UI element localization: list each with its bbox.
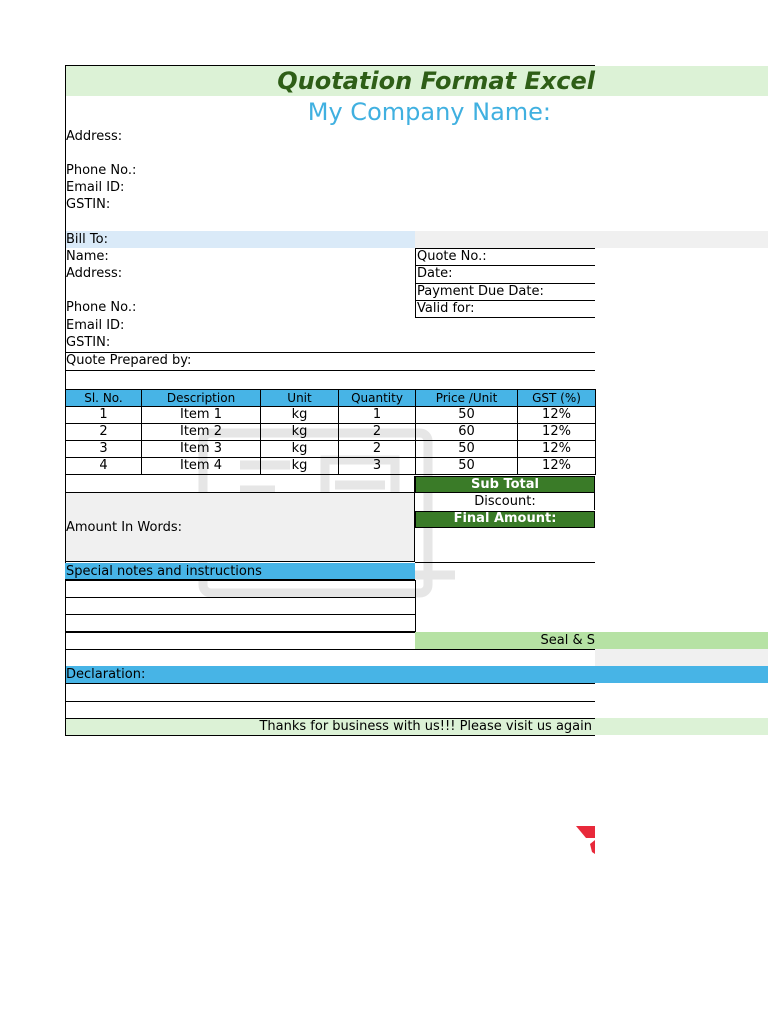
special-notes-line (65, 614, 416, 632)
declaration-label: Declaration: (66, 667, 146, 682)
declaration-band (66, 666, 768, 683)
final-amount-label: Final Amount: (453, 511, 557, 526)
column-header-gst: GST (%) (517, 389, 596, 407)
cell-sl-no: 2 (65, 423, 142, 441)
column-header-price-per-unit: Price /Unit (415, 389, 518, 407)
cell-unit: kg (260, 457, 339, 475)
footer-thanks-text: Thanks for business with us!!! Please vi… (259, 719, 592, 734)
cell-quantity: 3 (338, 457, 416, 475)
special-notes-line (65, 632, 416, 650)
seal-bottom-border (65, 649, 595, 650)
cell-gst: 12% (517, 440, 596, 458)
special-notes-label: Special notes and instructions (66, 564, 262, 579)
cell-description: Item 1 (141, 406, 261, 424)
special-notes-line (65, 597, 416, 615)
bill-to-phone-label: Phone No.: (66, 300, 137, 315)
amount-in-words-label: Amount In Words: (66, 520, 182, 535)
company-phone-label: Phone No.: (66, 163, 137, 178)
table-row: 2 Item 2 kg 2 60 12% (65, 423, 596, 441)
cell-price: 50 (415, 457, 518, 475)
column-header-quantity: Quantity (338, 389, 416, 407)
column-header-unit: Unit (260, 389, 339, 407)
seal-band-extension (595, 649, 768, 666)
cell-quantity: 1 (338, 406, 416, 424)
cell-description: Item 2 (141, 423, 261, 441)
cell-quantity: 2 (338, 423, 416, 441)
page-title: Quotation Format Excel (277, 67, 595, 95)
cell-price: 60 (415, 423, 518, 441)
declaration-line (65, 701, 595, 702)
sub-total-label: Sub Total (471, 477, 539, 492)
table-row: 1 Item 1 kg 1 50 12% (65, 406, 596, 424)
items-table-header-row: Sl. No. Description Unit Quantity Price … (65, 389, 596, 407)
cell-sl-no: 4 (65, 457, 142, 475)
footer-bottom-border (65, 735, 595, 736)
declaration-line (65, 683, 595, 684)
company-address-label: Address: (66, 129, 123, 144)
cell-description: Item 3 (141, 440, 261, 458)
cell-gst: 12% (517, 457, 596, 475)
seal-label: Seal & S (540, 633, 595, 648)
quote-date-label: Date: (417, 266, 453, 281)
column-header-description: Description (141, 389, 261, 407)
cell-gst: 12% (517, 423, 596, 441)
items-table: Sl. No. Description Unit Quantity Price … (65, 389, 596, 475)
bill-to-address-label: Address: (66, 266, 123, 281)
bill-to-band-right (415, 231, 768, 248)
table-row: 3 Item 3 kg 2 50 12% (65, 440, 596, 458)
cell-unit: kg (260, 423, 339, 441)
cell-gst: 12% (517, 406, 596, 424)
company-email-label: Email ID: (66, 180, 125, 195)
bill-to-email-label: Email ID: (66, 318, 125, 333)
cell-description: Item 4 (141, 457, 261, 475)
cell-quantity: 2 (338, 440, 416, 458)
bill-to-gstin-label: GSTIN: (66, 335, 111, 350)
column-header-sl-no: Sl. No. (65, 389, 142, 407)
cell-sl-no: 3 (65, 440, 142, 458)
prepared-by-label: Quote Prepared by: (66, 353, 192, 368)
company-name: My Company Name: (307, 98, 551, 126)
totals-bottom-border (415, 562, 595, 563)
prepared-by-bottom-border (65, 370, 595, 371)
cell-price: 50 (415, 406, 518, 424)
cell-price: 50 (415, 440, 518, 458)
cell-unit: kg (260, 406, 339, 424)
table-row: 4 Item 4 kg 3 50 12% (65, 457, 596, 475)
bill-to-heading: Bill To: (66, 232, 108, 247)
payment-due-date-label: Payment Due Date: (417, 284, 544, 299)
cell-sl-no: 1 (65, 406, 142, 424)
bill-to-band (66, 231, 415, 248)
quote-no-label: Quote No.: (417, 249, 487, 264)
logo-fragment-icon (576, 826, 595, 854)
discount-label: Discount: (474, 494, 536, 509)
bill-to-name-label: Name: (66, 249, 109, 264)
valid-for-label: Valid for: (417, 301, 475, 316)
cell-unit: kg (260, 440, 339, 458)
special-notes-line (65, 580, 416, 598)
company-gstin-label: GSTIN: (66, 197, 111, 212)
empty-row-left (65, 476, 415, 493)
